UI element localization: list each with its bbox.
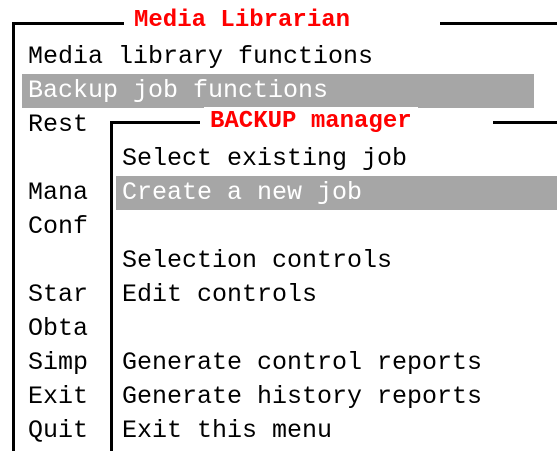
menu-item-exit[interactable]: Exit — [22, 380, 108, 414]
backup-manager-window: BACKUP manager Select existing job Creat… — [110, 107, 557, 451]
inner-frame-left — [110, 121, 113, 451]
menu-item-generate-history-reports[interactable]: Generate history reports — [116, 380, 557, 414]
menu-item-select-existing-job[interactable]: Select existing job — [116, 142, 557, 176]
outer-frame-top-left — [12, 22, 124, 25]
menu-item-conf[interactable]: Conf — [22, 210, 108, 244]
menu-item-media-library-functions[interactable]: Media library functions — [22, 40, 557, 74]
menu-item-mana[interactable]: Mana — [22, 176, 108, 210]
menu-item-generate-control-reports[interactable]: Generate control reports — [116, 346, 557, 380]
inner-frame-top-right — [493, 121, 557, 124]
outer-window-title: Media Librarian — [128, 6, 357, 36]
menu-item-create-new-job[interactable]: Create a new job — [116, 176, 557, 210]
menu-item-simp[interactable]: Simp — [22, 346, 108, 380]
menu-item-star[interactable]: Star — [22, 278, 108, 312]
inner-frame-top-left — [110, 121, 200, 124]
menu-item-obta[interactable]: Obta — [22, 312, 108, 346]
outer-frame-top-right — [440, 22, 557, 25]
menu-item-exit-this-menu[interactable]: Exit this menu — [116, 414, 557, 448]
menu-item-quit[interactable]: Quit — [22, 414, 108, 448]
menu-item-rest[interactable]: Rest — [22, 108, 108, 142]
menu-item-selection-controls[interactable]: Selection controls — [116, 244, 557, 278]
menu-item-edit-controls[interactable]: Edit controls — [116, 278, 557, 312]
menu-item-backup-job-functions[interactable]: Backup job functions — [22, 74, 534, 108]
inner-window-title: BACKUP manager — [204, 107, 418, 137]
outer-frame-left — [12, 22, 15, 451]
